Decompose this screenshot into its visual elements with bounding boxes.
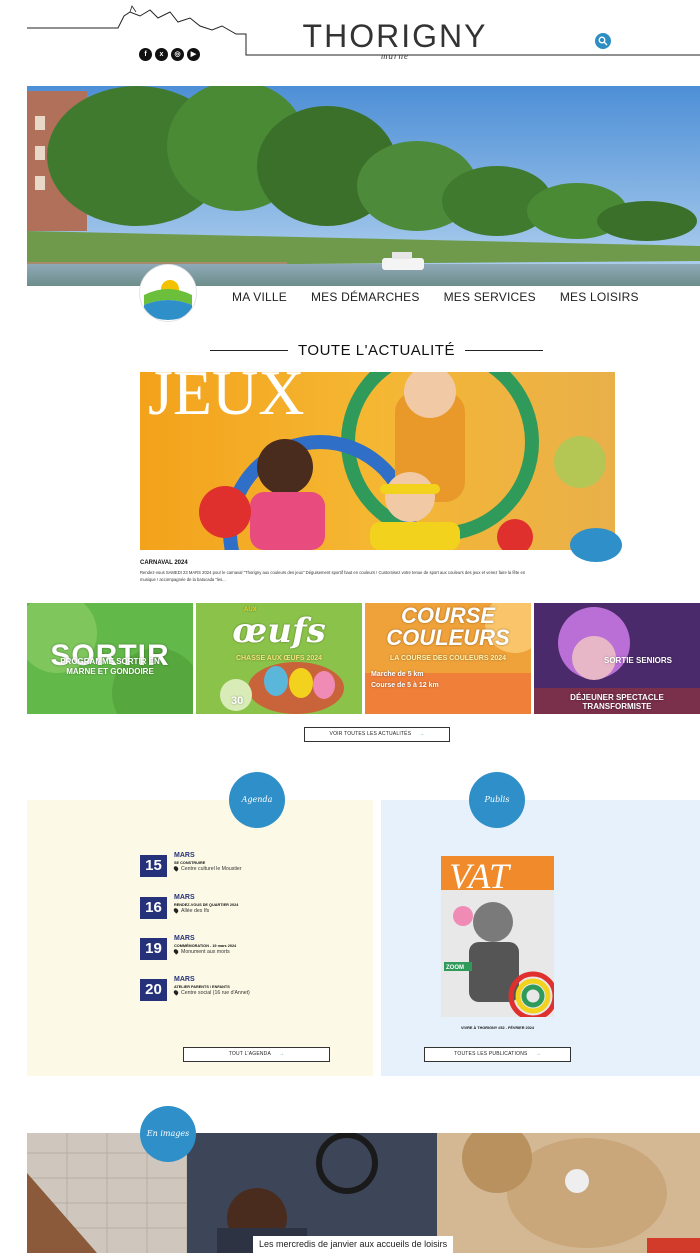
news-section-title: TOUTE L'ACTUALITÉ xyxy=(210,342,544,359)
section-heading: TOUTE L'ACTUALITÉ xyxy=(298,342,455,359)
youtube-icon[interactable]: ▶ xyxy=(187,48,200,61)
news-tiles: SORTIR PROGRAMME SORTIR EN MARNE ET GOND… xyxy=(27,603,700,714)
event-place: Centre social (16 rue d'Annet) xyxy=(181,990,250,996)
event-place-row: Monument aux morts xyxy=(172,948,230,955)
arrow-right-icon: → xyxy=(279,1051,285,1057)
news-tile-sortir[interactable]: SORTIR PROGRAMME SORTIR EN MARNE ET GOND… xyxy=(27,603,193,714)
nav-item-mes-services[interactable]: MES SERVICES xyxy=(444,290,536,304)
event-day: 15 xyxy=(140,855,167,877)
gallery-caption: Les mercredis de janvier aux accueils de… xyxy=(253,1236,454,1253)
arrow-right-icon: → xyxy=(419,731,425,737)
event-month: MARS xyxy=(174,976,195,983)
event-place-row: Centre culturel le Moustier xyxy=(172,865,242,872)
search-icon xyxy=(598,36,608,46)
arrow-right-icon: → xyxy=(535,1051,541,1057)
agenda-panel xyxy=(27,800,373,1076)
city-emblem-icon xyxy=(140,265,196,321)
featured-news-title[interactable]: CARNAVAL 2024 xyxy=(140,560,188,566)
event-day: 16 xyxy=(140,897,167,919)
city-emblem[interactable] xyxy=(140,265,196,321)
featured-news-description: Rendez-vous SAMEDI 23 MARS 2024 pour le … xyxy=(140,570,526,582)
news-tile-course[interactable]: COURSE COULEURS LA COURSE DES COULEURS 2… xyxy=(365,603,531,714)
gallery-image[interactable] xyxy=(27,1133,700,1253)
tile-label: CHASSE AUX ŒUFS 2024 xyxy=(235,655,323,662)
event-month: MARS xyxy=(174,894,195,901)
tile-label: PROGRAMME SORTIR EN MARNE ET GONDOIRE xyxy=(60,657,160,676)
button-label: TOUTES LES PUBLICATIONS xyxy=(454,1051,528,1057)
event-place: Monument aux morts xyxy=(181,949,230,955)
nav-item-ma-ville[interactable]: MA VILLE xyxy=(232,290,287,304)
gallery-bubble: En images xyxy=(140,1106,196,1162)
instagram-icon[interactable]: ◎ xyxy=(171,48,184,61)
tile-sub: DÉJEUNER SPECTACLE TRANSFORMISTE xyxy=(570,693,664,711)
tile-number: 30 xyxy=(231,695,244,707)
see-all-news-button[interactable]: VOIR TOUTES LES ACTUALITÉS → xyxy=(304,727,450,742)
location-pin-icon xyxy=(172,907,180,914)
tile-detail-1: Marche de 5 km xyxy=(371,671,424,678)
location-pin-icon xyxy=(172,989,180,996)
nav-item-mes-demarches[interactable]: MES DÉMARCHES xyxy=(311,290,420,304)
event-place-row: Allée des Ifs xyxy=(172,907,210,914)
divider xyxy=(464,350,544,351)
publication-cover[interactable]: VAT ZOOM xyxy=(441,856,554,1017)
tile-label: SORTIE SENIORS xyxy=(603,656,672,665)
event-month: MARS xyxy=(174,852,195,859)
news-tile-oeufs[interactable]: AUX œufs CHASSE AUX ŒUFS 2024 30 xyxy=(196,603,362,714)
facebook-icon[interactable]: f xyxy=(139,48,152,61)
social-links: f x ◎ ▶ xyxy=(139,48,200,61)
featured-news-image[interactable]: JEUX xyxy=(140,372,615,550)
search-button[interactable] xyxy=(595,33,611,49)
event-title: ATELIER PARENTS / ENFANTS xyxy=(174,985,230,989)
tile-word: COURSE COULEURS xyxy=(386,603,510,650)
tile-label: LA COURSE DES COULEURS 2024 xyxy=(389,655,507,662)
main-nav: MA VILLE MES DÉMARCHES MES SERVICES MES … xyxy=(232,290,663,304)
button-label: VOIR TOUTES LES ACTUALITÉS xyxy=(329,731,412,737)
twitter-icon[interactable]: x xyxy=(155,48,168,61)
site-logo[interactable]: THORIGNY marne xyxy=(300,18,490,61)
publication-caption: VIVRE À THORIGNY #52 - FÉVRIER 2024 xyxy=(461,1026,534,1030)
location-pin-icon xyxy=(172,948,180,955)
nav-item-mes-loisirs[interactable]: MES LOISIRS xyxy=(560,290,639,304)
cover-title: VAT xyxy=(449,856,512,896)
event-title: SE CONSTRUIRE xyxy=(174,861,206,865)
divider xyxy=(210,350,289,351)
location-pin-icon xyxy=(172,865,180,872)
all-agenda-button[interactable]: TOUT L'AGENDA → xyxy=(183,1047,330,1062)
all-publications-button[interactable]: TOUTES LES PUBLICATIONS → xyxy=(424,1047,571,1062)
event-day: 19 xyxy=(140,938,167,960)
agenda-bubble: Agenda xyxy=(229,772,285,828)
event-place: Centre culturel le Moustier xyxy=(181,866,242,872)
event-day: 20 xyxy=(140,979,167,1001)
site-header: f x ◎ ▶ THORIGNY marne xyxy=(0,0,700,80)
event-title: RENDEZ-VOUS DE QUARTIER 2024 xyxy=(174,903,239,907)
publications-bubble: Publis xyxy=(469,772,525,828)
event-place: Allée des Ifs xyxy=(181,908,210,914)
featured-image-text: JEUX xyxy=(148,372,304,428)
news-tile-seniors[interactable]: SORTIE SENIORS DÉJEUNER SPECTACLE TRANSF… xyxy=(534,603,700,714)
event-month: MARS xyxy=(174,935,195,942)
event-title: COMMÉMORATION - 19 mars 2024 xyxy=(174,944,237,948)
tile-detail-2: Course de 5 à 12 km xyxy=(371,682,439,689)
tile-word: œufs xyxy=(232,611,326,651)
brand-name: THORIGNY xyxy=(302,18,488,54)
category-badge xyxy=(570,528,622,562)
cover-badge: ZOOM xyxy=(446,965,464,971)
hero-image xyxy=(27,86,700,286)
event-place-row: Centre social (16 rue d'Annet) xyxy=(172,989,250,996)
button-label: TOUT L'AGENDA xyxy=(228,1051,272,1057)
